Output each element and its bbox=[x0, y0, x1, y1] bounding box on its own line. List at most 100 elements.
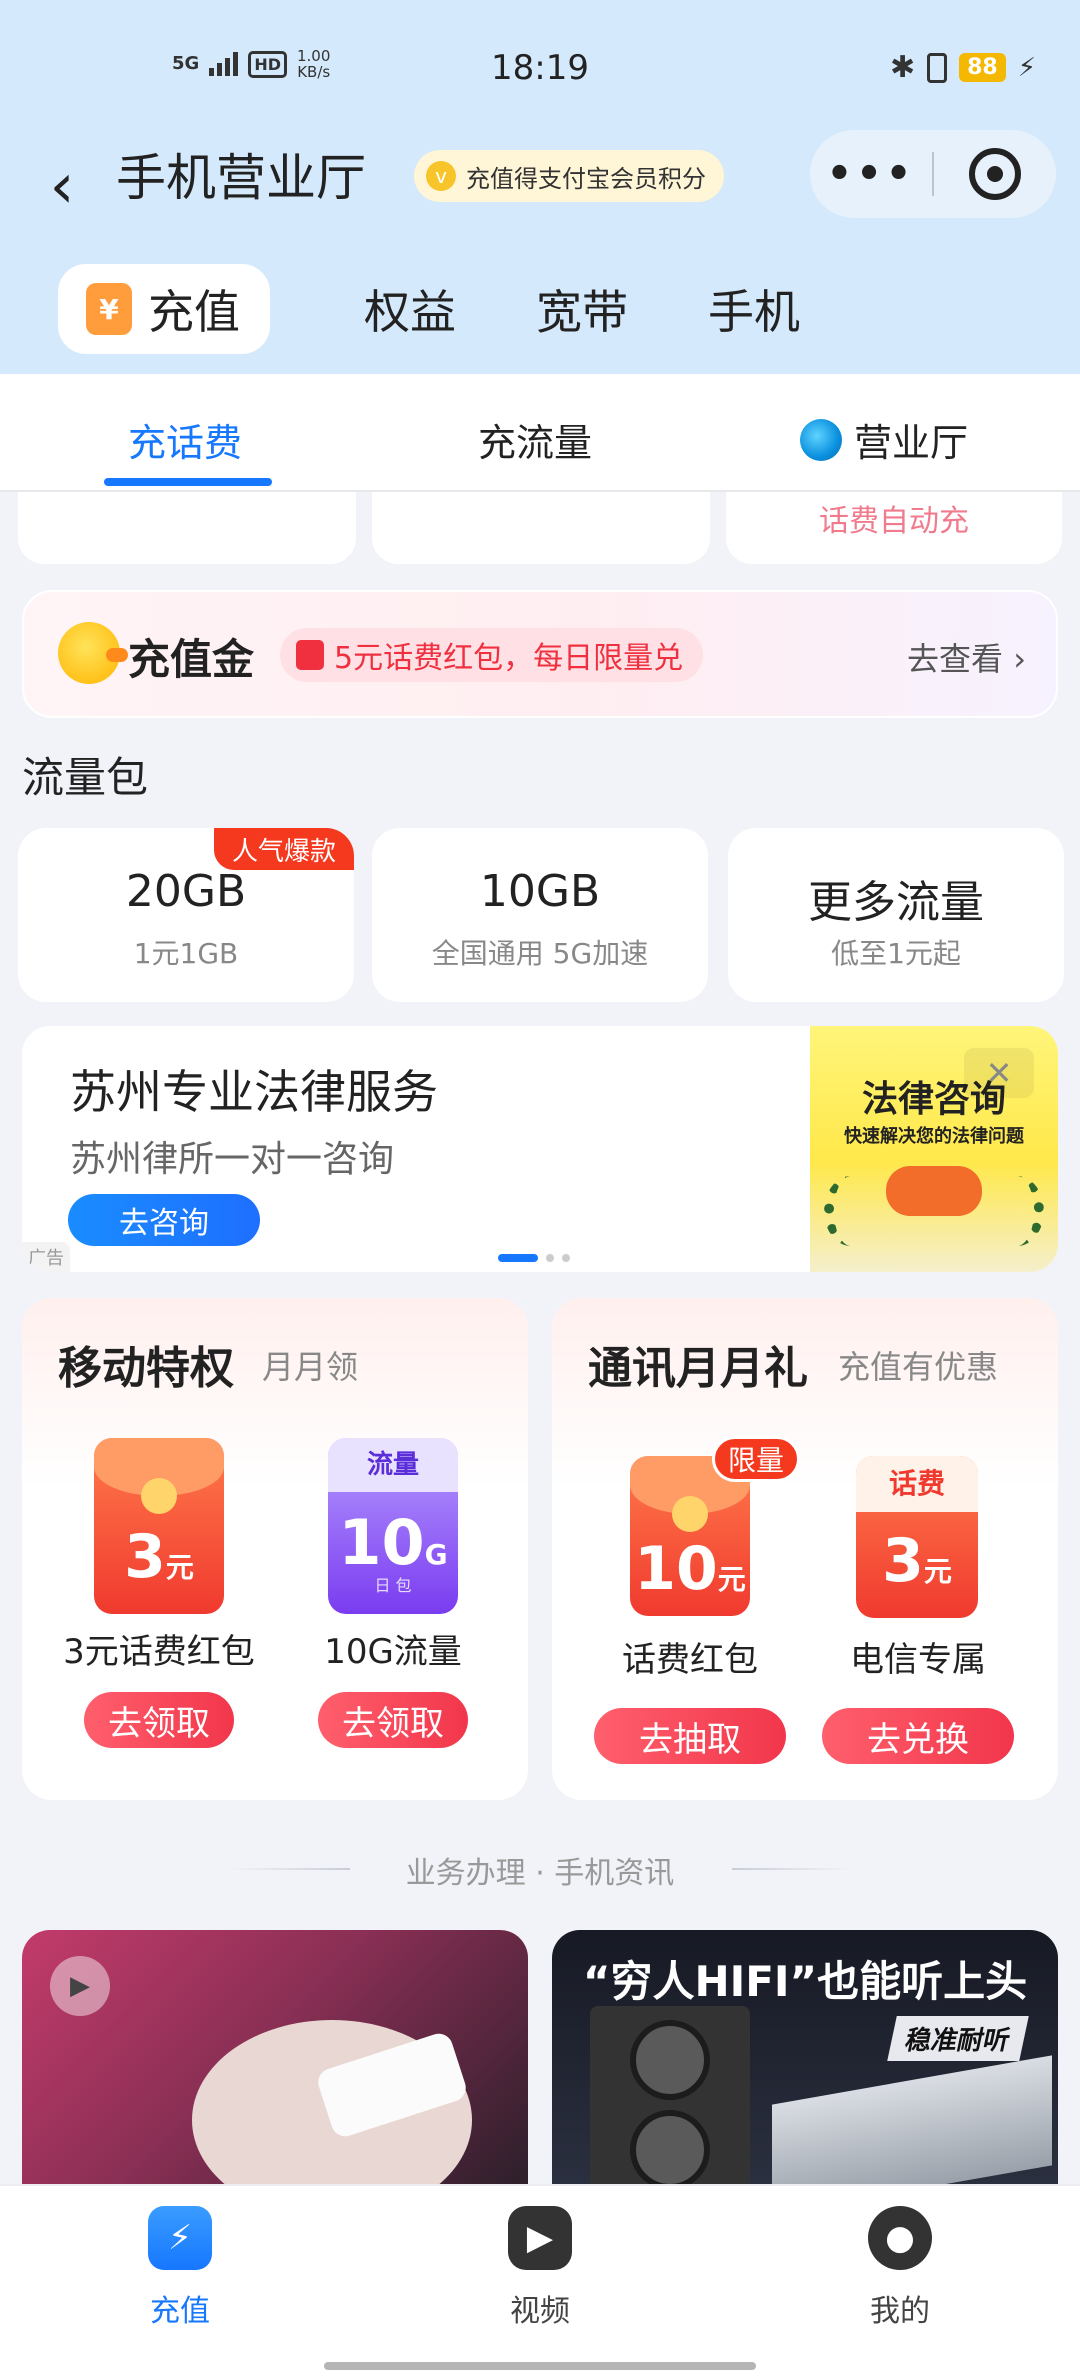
amplifier-image bbox=[772, 2055, 1052, 2190]
data-pack-desc: 低至1元起 bbox=[831, 937, 961, 970]
more-data-card[interactable]: 更多流量 低至1元起 bbox=[728, 828, 1064, 1002]
data-pack-size: 10GB bbox=[479, 866, 601, 917]
data-pack-card[interactable]: 20GB 1元1GB 人气爆款 bbox=[18, 828, 354, 1002]
gift-value: 10 bbox=[338, 1506, 425, 1579]
lightning-icon: ⚡ bbox=[148, 2206, 212, 2270]
ad-consult-button[interactable]: 去咨询 bbox=[68, 1194, 260, 1246]
gift-unit: 元 bbox=[923, 1555, 952, 1588]
hot-badge: 人气爆款 bbox=[213, 828, 354, 870]
data-coupon-icon: 流量 10G 日 包 bbox=[328, 1438, 458, 1614]
claim-button[interactable]: 去领取 bbox=[84, 1692, 234, 1748]
draw-button[interactable]: 去抽取 bbox=[594, 1708, 786, 1764]
comm-gift-subtitle: 充值有优惠 bbox=[838, 1348, 999, 1386]
nav-recharge[interactable]: ⚡ 充值 bbox=[80, 2206, 280, 2330]
comm-gift-title: 通讯月月礼 bbox=[588, 1343, 808, 1394]
tab-phone[interactable]: 手机 bbox=[708, 276, 800, 342]
ad-label: 广告 bbox=[22, 1242, 70, 1272]
phone-bill-coupon-icon: 话费 3元 bbox=[856, 1456, 978, 1618]
tab-recharge-label: 充值 bbox=[148, 285, 240, 339]
target-icon bbox=[969, 148, 1021, 200]
gift-name: 10G流量 bbox=[324, 1632, 462, 1672]
carousel-dots bbox=[498, 1254, 570, 1262]
comm-gift-card: 通讯月月礼 充值有优惠 10元 限量 话费红包 去抽取 话费 3元 电信专属 去… bbox=[552, 1298, 1058, 1800]
auto-recharge-label: 话费自动充 bbox=[819, 504, 969, 539]
nav-video[interactable]: ▶ 视频 bbox=[440, 2206, 640, 2330]
page-title: 手机营业厅 bbox=[116, 149, 366, 207]
data-pack-card[interactable]: 10GB 全国通用 5G加速 bbox=[372, 828, 708, 1002]
data-pack-desc: 1元1GB bbox=[133, 937, 239, 970]
china-mobile-logo bbox=[800, 418, 842, 461]
subtab-phone-bill[interactable]: 充话费 bbox=[128, 412, 242, 467]
header-area: 5G HD 1.00 KB/s 18:19 ✱ 88 ⚡ ‹ 手机营业厅 v 充值… bbox=[0, 0, 1080, 374]
recharge-subtabs: 充话费 充流量 营业厅 bbox=[0, 374, 1080, 492]
close-miniapp-button[interactable] bbox=[934, 148, 1056, 200]
user-icon: ● bbox=[868, 2206, 932, 2270]
data-pack-title: 流量包 bbox=[22, 753, 149, 802]
auto-recharge-card[interactable]: 话费自动充 bbox=[726, 492, 1062, 564]
recharge-gold-banner[interactable]: 充值金 5元话费红包，每日限量兑 去查看 › bbox=[22, 590, 1058, 718]
ad-image-subtitle: 快速解决您的法律问题 bbox=[844, 1126, 1024, 1147]
handshake-icon bbox=[886, 1166, 982, 1216]
speaker-image bbox=[590, 2006, 750, 2190]
mobile-privilege-card: 移动特权 月月领 3元 3元话费红包 去领取 流量 10G 日 包 10G流量 … bbox=[22, 1298, 528, 1800]
ad-close-icon[interactable]: ✕ bbox=[964, 1048, 1034, 1098]
data-pack-size: 更多流量 bbox=[808, 877, 984, 928]
limited-badge: 限量 bbox=[712, 1436, 800, 1482]
gift-unit: 元 bbox=[717, 1563, 746, 1596]
gift-cap: 话费 bbox=[856, 1456, 978, 1512]
charging-icon: ⚡ bbox=[1017, 52, 1036, 83]
tab-benefits[interactable]: 权益 bbox=[364, 276, 456, 342]
play-icon[interactable]: ▶ bbox=[50, 1956, 110, 2016]
gift-value: 3 bbox=[124, 1522, 166, 1592]
divider-line bbox=[732, 1868, 852, 1870]
nav-me-label: 我的 bbox=[870, 2294, 930, 2329]
red-envelope-icon bbox=[296, 640, 324, 670]
nav-recharge-label: 充值 bbox=[150, 2294, 210, 2329]
tab-broadband[interactable]: 宽带 bbox=[536, 276, 628, 342]
yuan-icon: ¥ bbox=[86, 283, 132, 335]
laurel-icon bbox=[824, 1176, 878, 1246]
home-indicator[interactable] bbox=[324, 2362, 756, 2370]
amount-card[interactable] bbox=[372, 492, 710, 564]
recharge-gold-title: 充值金 bbox=[128, 635, 255, 684]
back-icon[interactable]: ‹ bbox=[32, 140, 92, 230]
gift-value: 3 bbox=[882, 1526, 924, 1596]
gift-value: 10 bbox=[634, 1534, 718, 1604]
more-menu-button[interactable]: ••• bbox=[810, 151, 932, 197]
subtab-data[interactable]: 充流量 bbox=[478, 412, 592, 467]
nav-me[interactable]: ● 我的 bbox=[800, 2206, 1000, 2330]
legal-service-ad[interactable]: 苏州专业法律服务 苏州律所一对一咨询 去咨询 广告 法律咨询 快速解决您的法律问… bbox=[22, 1026, 1058, 1272]
feed-headline: “穷人HIFI”也能听上头 bbox=[582, 1957, 1028, 2006]
subtab-business-hall[interactable]: 营业厅 bbox=[800, 412, 968, 467]
points-coin-icon: v bbox=[426, 161, 456, 191]
data-pack-desc: 全国通用 5G加速 bbox=[431, 937, 649, 970]
feed-card-video[interactable]: ▶ bbox=[22, 1930, 528, 2190]
gift-cap: 流量 bbox=[328, 1438, 458, 1492]
gift-unit: 元 bbox=[165, 1551, 194, 1584]
gift-name: 3元话费红包 bbox=[63, 1632, 255, 1672]
amount-card[interactable] bbox=[18, 492, 356, 564]
mobile-privilege-subtitle: 月月领 bbox=[262, 1348, 359, 1386]
recharge-gold-link[interactable]: 去查看 › bbox=[907, 634, 1026, 680]
redeem-button[interactable]: 去兑换 bbox=[822, 1708, 1014, 1764]
data-pack-size: 20GB bbox=[125, 866, 247, 917]
red-envelope-icon: 3元 bbox=[94, 1438, 224, 1614]
claim-button[interactable]: 去领取 bbox=[318, 1692, 468, 1748]
subtab-business-hall-label: 营业厅 bbox=[854, 421, 969, 465]
gift-period: 日 包 bbox=[374, 1576, 412, 1595]
recharge-gold-promo: 5元话费红包，每日限量兑 bbox=[280, 628, 704, 682]
tab-recharge[interactable]: ¥ 充值 bbox=[58, 264, 270, 354]
top-category-nav: ¥ 充值 权益 宽带 手机 bbox=[58, 264, 880, 354]
nav-video-label: 视频 bbox=[510, 2294, 570, 2329]
alipay-points-badge[interactable]: v 充值得支付宝会员积分 bbox=[414, 150, 724, 202]
laurel-icon bbox=[990, 1176, 1044, 1246]
recharge-gold-promo-text: 5元话费红包，每日限量兑 bbox=[334, 641, 684, 676]
gift-unit: G bbox=[424, 1538, 448, 1571]
mobile-privilege-title: 移动特权 bbox=[58, 1343, 234, 1394]
battery-level: 88 bbox=[959, 53, 1006, 82]
vibrate-icon bbox=[927, 52, 948, 83]
section-divider: 业务办理 · 手机资讯 bbox=[405, 1856, 675, 1891]
feed-card-hifi[interactable]: “穷人HIFI”也能听上头 稳准耐听 bbox=[552, 1930, 1058, 2190]
gift-name: 电信专属 bbox=[850, 1640, 986, 1680]
promo-text: 充值得支付宝会员积分 bbox=[466, 164, 706, 193]
